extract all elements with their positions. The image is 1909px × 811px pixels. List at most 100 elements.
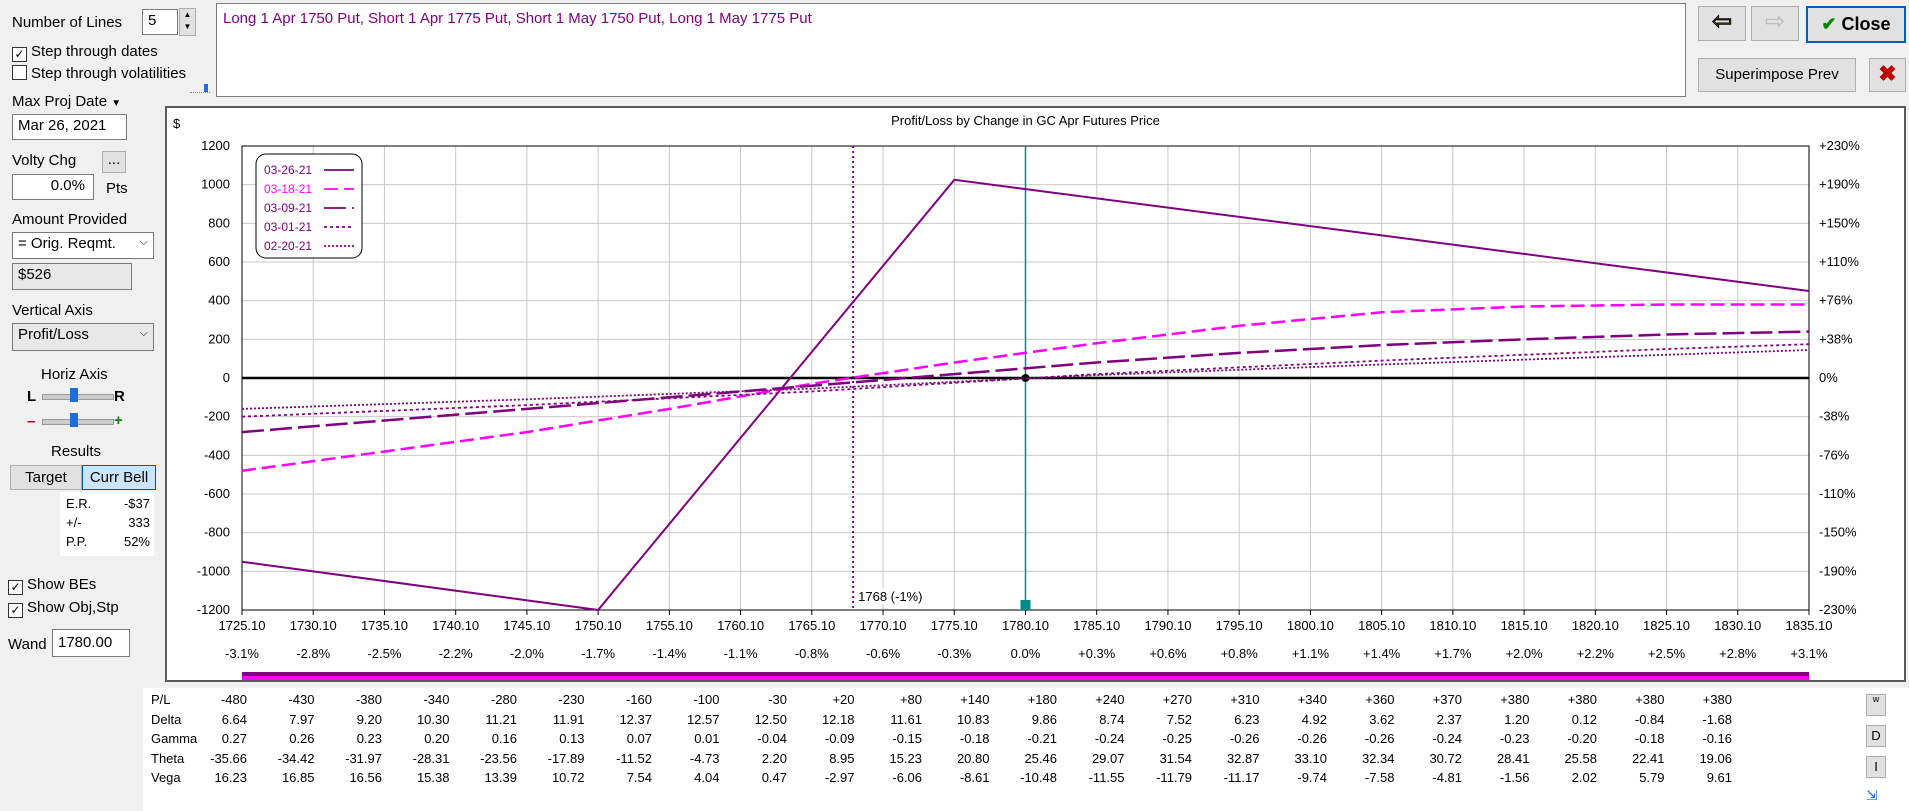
horiz-r-label: R [114,388,125,405]
max-proj-date-input[interactable]: Mar 26, 2021 [12,114,127,140]
next-arrow-button[interactable]: ⇨ [1751,6,1799,41]
checkmark-icon[interactable]: ✓ [8,580,23,595]
spin-up-icon[interactable]: ▲ [180,9,195,21]
greeks-cell: -0.16 [1702,731,1732,746]
y-right-tick-label: -190% [1819,563,1857,578]
greeks-cell: 32.87 [1226,750,1260,766]
greeks-cell: 2.02 [1571,770,1597,785]
slider-thumb[interactable] [70,413,78,427]
greeks-cell: 0.16 [491,731,517,746]
show-obj-checkbox[interactable]: ✓ Show Obj,Stp [8,599,119,618]
spin-down-icon[interactable]: ▼ [180,21,195,33]
pl-chart[interactable]: Profit/Loss by Change in GC Apr Futures … [165,106,1906,682]
scroll-indicator[interactable] [190,84,210,96]
greeks-cell: -280 [490,692,517,707]
chart-svg[interactable]: Profit/Loss by Change in GC Apr Futures … [167,108,1904,682]
greeks-cell: -11.17 [1223,770,1260,785]
legend-label: 03-18-21 [264,182,312,196]
volty-more-button[interactable]: ... [102,151,126,173]
greeks-side-button-i[interactable]: I [1866,756,1886,778]
greeks-cell: 5.79 [1639,770,1665,785]
step-vols-checkbox[interactable]: Step through volatilities [12,65,186,82]
greeks-cell: +140 [960,692,990,707]
x-tick-label: 1795.10 [1216,618,1263,633]
amount-provided-select[interactable]: = Orig. Reqmt. ⌵ [12,232,154,259]
greeks-cell: 32.34 [1361,750,1395,766]
checkmark-icon[interactable]: ✓ [12,47,27,62]
y-tick-label: -1200 [197,602,230,617]
vertical-axis-select[interactable]: Profit/Loss ⌵ [12,323,154,351]
greeks-cell: 19.06 [1699,750,1732,766]
greeks-row-label: P/L [151,692,171,707]
num-lines-input[interactable]: 5 [142,9,178,35]
y-right-tick-label: -76% [1819,447,1850,462]
greeks-cell: 0.47 [761,770,787,785]
x-pct-tick-label: -1.7% [581,646,615,661]
export-icon[interactable]: ⇲ [1866,787,1886,807]
volty-input[interactable]: 0.0% [12,174,94,200]
x-tick-label: 1805.10 [1358,618,1405,633]
x-pct-tick-label: +1.4% [1363,646,1401,661]
superimpose-prev-button[interactable]: Superimpose Prev [1698,58,1856,92]
x-tick-label: 1750.10 [575,618,622,633]
greeks-cell: 12.50 [754,711,787,727]
num-lines-spinner[interactable]: ▲ ▼ [179,8,196,36]
minus-label: – [27,413,36,430]
target-button[interactable]: Target [10,465,82,490]
greeks-cell: -0.21 [1027,731,1057,746]
dropdown-arrow-icon: ▼ [111,98,122,109]
horiz-scale-slider[interactable] [42,394,114,400]
greeks-side-button-d[interactable]: D [1866,725,1886,747]
greeks-cell: 0.07 [626,731,652,746]
show-bes-checkbox[interactable]: ✓ Show BEs [8,576,96,595]
curr-bell-button[interactable]: Curr Bell [82,465,156,490]
delete-icon[interactable]: ✖ [1869,58,1906,92]
close-button[interactable]: ✔ Close [1806,6,1906,43]
greeks-cell: 15.38 [416,770,450,785]
x-pct-tick-label: -0.3% [937,646,971,661]
y-tick-label: 800 [208,215,230,230]
greeks-side-button-w[interactable]: w [1866,694,1886,716]
greeks-cell: 2.20 [761,750,787,766]
horiz-zoom-slider[interactable] [42,419,114,425]
x-tick-label: 1835.10 [1786,618,1833,633]
greeks-cell: -0.25 [1162,731,1192,746]
x-tick-label: 1800.10 [1287,618,1334,633]
x-tick-label: 1740.10 [432,618,479,633]
greeks-cell: 0.01 [694,731,720,746]
greeks-cell: -11.79 [1156,770,1192,785]
greeks-cell: 20.80 [956,750,990,766]
results-box: E.R. -$37 +/- 333 P.P. 52% [60,492,154,556]
greeks-cell: -0.18 [959,731,990,746]
chart-title: Profit/Loss by Change in GC Apr Futures … [891,113,1160,128]
x-tick-label: 1830.10 [1714,618,1761,633]
results-label: Results [51,443,102,460]
greeks-cell: -340 [423,692,450,707]
wand-input[interactable]: 1780.00 [52,629,130,657]
greeks-cell: +240 [1095,692,1125,707]
x-tick-label: 1780.10 [1002,618,1049,633]
max-proj-date-label[interactable]: Max Proj Date ▼ [12,93,121,110]
greeks-cell: 25.58 [1564,750,1597,766]
strategy-text[interactable]: Long 1 Apr 1750 Put, Short 1 Apr 1775 Pu… [216,3,1686,97]
x-tick-label: 1775.10 [931,618,978,633]
checkmark-icon[interactable]: ✓ [8,603,23,618]
prev-arrow-button[interactable]: ⇦ [1698,6,1746,41]
greeks-cell: 7.52 [1166,711,1192,727]
horiz-axis-label: Horiz Axis [41,366,108,383]
x-tick-label: 1760.10 [717,618,764,633]
wand-label: Wand [8,636,47,653]
x-pct-tick-label: -1.4% [652,646,686,661]
y-right-tick-label: -150% [1819,525,1857,540]
slider-thumb[interactable] [70,388,78,402]
greeks-cell: -7.58 [1364,770,1395,785]
y-tick-label: 1200 [201,138,230,153]
greeks-cell: 11.61 [890,711,922,727]
greeks-cell: 2.37 [1436,711,1462,727]
y-tick-label: -400 [204,447,230,462]
greeks-cell: 4.04 [694,770,720,785]
greeks-cell: +380 [1635,692,1665,707]
step-dates-checkbox[interactable]: ✓ Step through dates [12,43,158,62]
greeks-cell: -100 [693,692,720,707]
x-pct-tick-label: +3.1% [1790,646,1828,661]
